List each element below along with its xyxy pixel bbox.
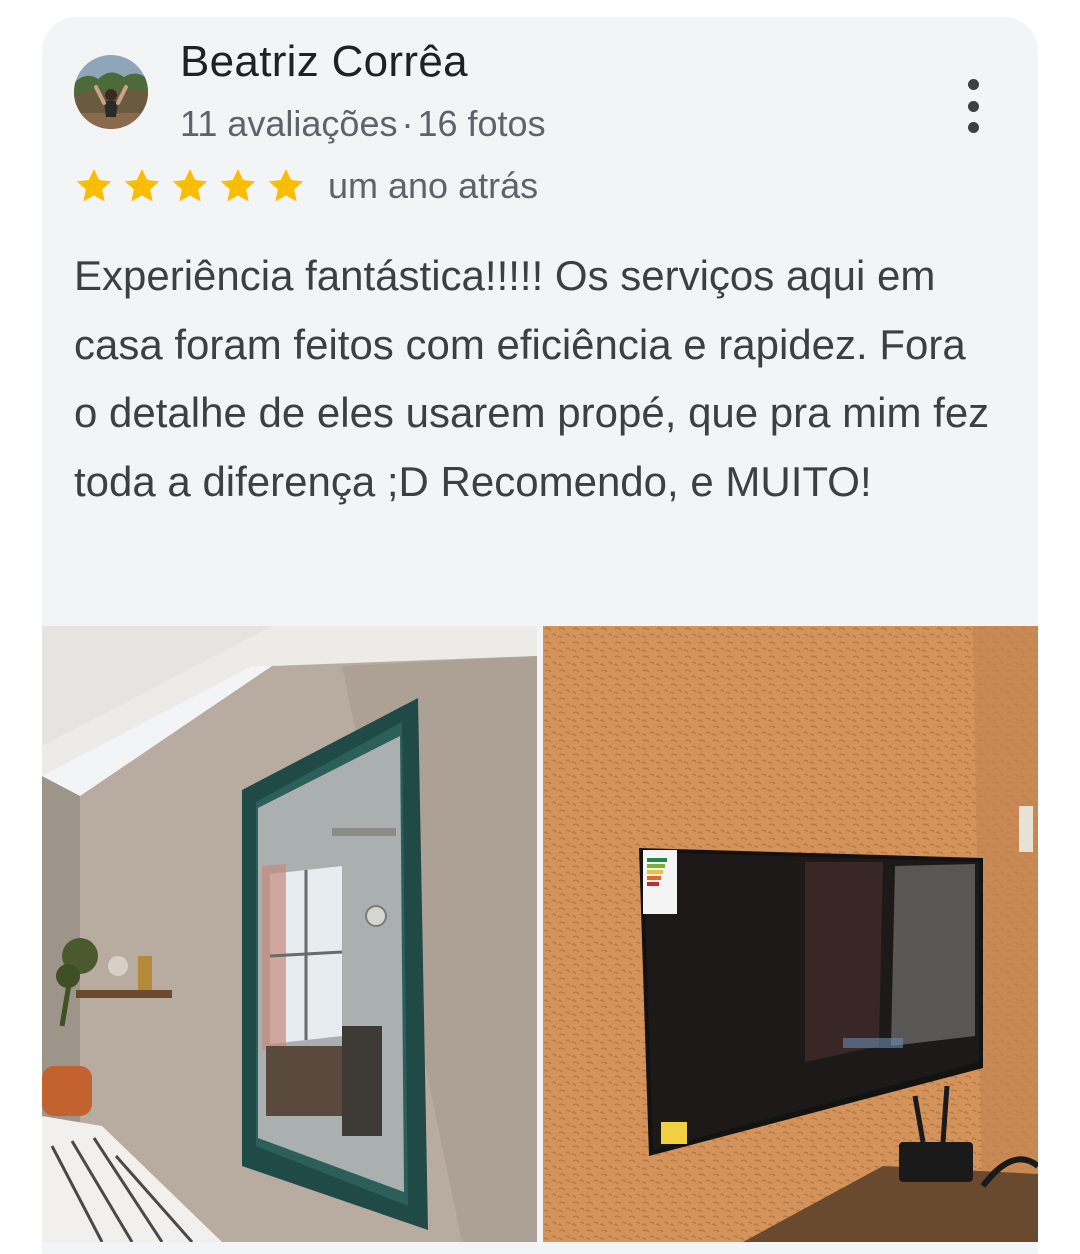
more-vertical-icon[interactable] bbox=[956, 79, 990, 133]
review-photo-mirror[interactable] bbox=[42, 626, 537, 1242]
review-photos bbox=[42, 626, 1038, 1242]
star-rating: um ano atrás bbox=[74, 165, 538, 207]
star-icon bbox=[220, 169, 256, 202]
star-icon bbox=[124, 169, 160, 202]
review-text: Experiência fantástica!!!!! Os serviços … bbox=[74, 252, 990, 505]
review-date: um ano atrás bbox=[328, 165, 539, 206]
star-icon bbox=[172, 169, 208, 202]
review-photo-tv[interactable] bbox=[543, 626, 1038, 1242]
avatar-image bbox=[74, 55, 148, 129]
review-card: Beatriz Corrêa 11 avaliações · 16 fotos um… bbox=[42, 17, 1038, 1254]
star-icon bbox=[268, 169, 304, 202]
star-icon bbox=[76, 169, 112, 202]
reviewer-name[interactable]: Beatriz Corrêa bbox=[180, 37, 468, 87]
meta-separator: · bbox=[401, 103, 414, 144]
tv-photo-image bbox=[543, 626, 1038, 1242]
reviews-count: 11 avaliações bbox=[180, 103, 398, 144]
reviewer-meta: 11 avaliações · 16 fotos bbox=[180, 103, 546, 145]
photos-count: 16 fotos bbox=[417, 103, 546, 144]
mirror-photo-image bbox=[42, 626, 537, 1242]
avatar[interactable] bbox=[74, 55, 148, 129]
